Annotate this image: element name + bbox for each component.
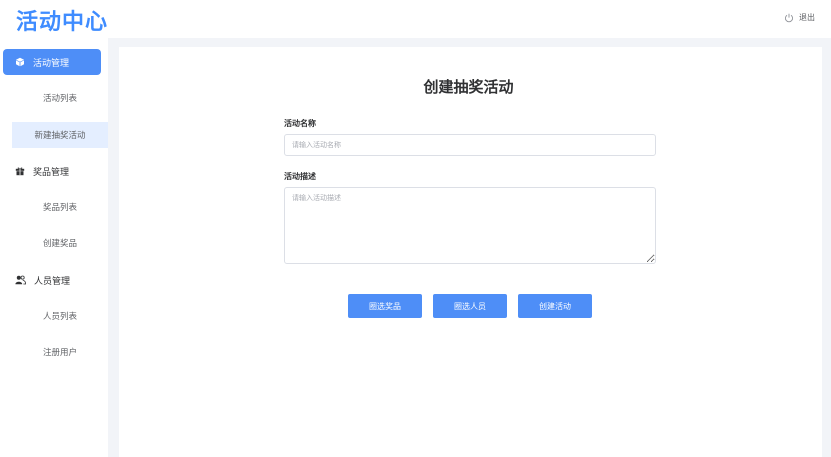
sidebar-item-create-prize[interactable]: 创建奖品 (12, 230, 108, 256)
sidebar-item-people-list[interactable]: 人员列表 (12, 303, 108, 329)
select-people-button[interactable]: 圈选人员 (433, 294, 507, 318)
sidebar-group-prizes[interactable]: 奖品管理 (3, 158, 101, 184)
app-header: 活动中心 退出 (0, 0, 831, 38)
sidebar-item-label: 新建抽奖活动 (34, 131, 86, 141)
sidebar-item-register-user[interactable]: 注册用户 (12, 339, 108, 365)
sidebar-item-label: 创建奖品 (42, 239, 77, 249)
activity-name-input[interactable] (284, 134, 656, 156)
sidebar-item-label: 奖品列表 (42, 203, 77, 213)
gift-icon (15, 166, 25, 176)
create-activity-button[interactable]: 创建活动 (518, 294, 592, 318)
sidebar-group-people[interactable]: 人员管理 (3, 267, 101, 293)
users-icon (15, 275, 26, 285)
sidebar-item-label: 人员列表 (42, 312, 77, 322)
page-title: 创建抽奖活动 (423, 78, 514, 96)
sidebar-item-prize-list[interactable]: 奖品列表 (12, 194, 108, 220)
activity-desc-label: 活动描述 (284, 172, 316, 181)
activity-name-label: 活动名称 (284, 119, 316, 128)
sidebar-group-label: 奖品管理 (33, 167, 70, 178)
logout-button[interactable]: 退出 (784, 12, 815, 23)
logout-label: 退出 (799, 13, 815, 22)
sidebar-item-label: 注册用户 (42, 348, 77, 358)
cube-icon (15, 57, 25, 67)
power-icon (784, 13, 794, 23)
sidebar-group-activity[interactable]: 活动管理 (3, 49, 101, 75)
app-logo: 活动中心 (16, 10, 109, 35)
activity-desc-textarea[interactable] (284, 187, 656, 264)
sidebar-group-label: 活动管理 (33, 58, 70, 69)
sidebar-group-label: 人员管理 (34, 276, 71, 287)
select-prizes-button[interactable]: 圈选奖品 (348, 294, 422, 318)
sidebar-item-new-lottery[interactable]: 新建抽奖活动 (12, 122, 108, 148)
